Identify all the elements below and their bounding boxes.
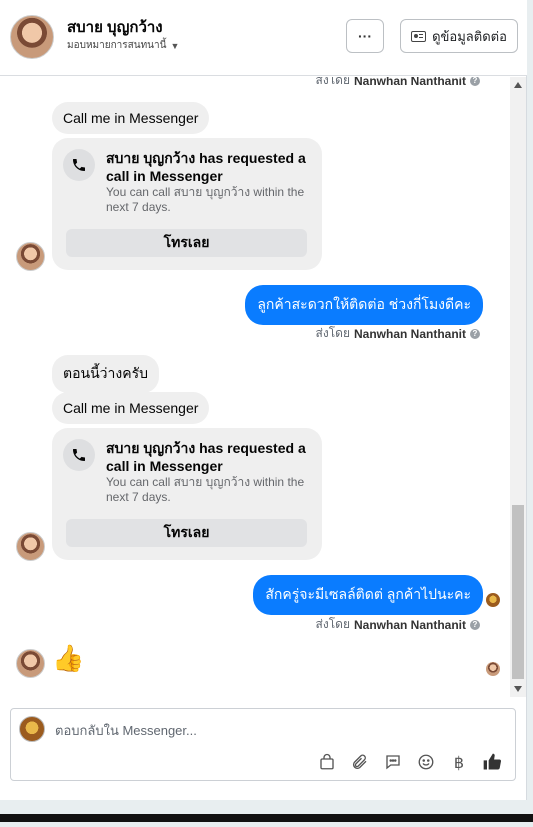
bag-icon[interactable]: [316, 751, 338, 773]
view-contact-label: ดูข้อมูลติดต่อ: [432, 28, 507, 44]
scroll-up-arrow-icon[interactable]: [514, 82, 522, 88]
seen-indicator-avatar: [486, 662, 500, 676]
contact-avatar[interactable]: [10, 15, 54, 59]
assign-dropdown[interactable]: มอบหมายการสนทนานี้ ▼: [67, 38, 179, 53]
help-icon[interactable]: ?: [470, 77, 480, 86]
scroll-down-arrow-icon[interactable]: [514, 686, 522, 692]
thumbs-up-icon[interactable]: [481, 751, 503, 773]
contact-name: สบาย บุญกว้าง: [67, 19, 163, 36]
call-now-button[interactable]: โทรเลย: [66, 229, 307, 257]
call-request-card: สบาย บุญกว้าง has requested a call in Me…: [52, 138, 322, 270]
call-card-subtitle: You can call สบาย บุญกว้าง within the ne…: [106, 185, 305, 214]
speech-bubble-icon[interactable]: [382, 751, 404, 773]
scrollbar-thumb[interactable]: [512, 505, 524, 679]
contact-card-icon: [411, 30, 427, 42]
sender-avatar: [16, 649, 45, 678]
sender-avatar: [16, 532, 45, 561]
phone-icon: [63, 149, 95, 181]
composer-toolbar: ฿: [316, 751, 503, 773]
phone-icon: [63, 439, 95, 471]
outgoing-message: ลูกค้าสะดวกให้ติดต่อ ช่วงกี่โมงดีคะ: [245, 285, 483, 325]
help-icon[interactable]: ?: [470, 619, 480, 630]
incoming-message: Call me in Messenger: [52, 102, 210, 134]
help-icon[interactable]: ?: [470, 328, 480, 339]
call-card-title: สบาย บุญกว้าง has requested a call in Me…: [106, 150, 306, 184]
page-avatar: [19, 716, 45, 742]
messenger-app: สบาย บุญกว้าง มอบหมายการสนทนานี้ ▼ ··· ด…: [0, 0, 527, 800]
paperclip-icon[interactable]: [349, 751, 371, 773]
call-card-title: สบาย บุญกว้าง has requested a call in Me…: [106, 440, 306, 474]
incoming-message: Call me in Messenger: [52, 392, 210, 424]
sender-avatar: [16, 242, 45, 271]
call-now-button[interactable]: โทรเลย: [66, 519, 307, 547]
reply-composer: ฿: [10, 708, 516, 781]
message-thread: ส่งโดย Nanwhan Nanthanit ? Call me in Me…: [0, 77, 510, 697]
sent-by-line: ส่งโดย Nanwhan Nanthanit ?: [316, 324, 480, 343]
outgoing-message: สักครู่จะมีเซลล์ติดต่ ลูกค้าไปนะคะ: [253, 575, 483, 615]
call-request-card: สบาย บุญกว้าง has requested a call in Me…: [52, 428, 322, 560]
conversation-header: สบาย บุญกว้าง มอบหมายการสนทนานี้ ▼ ··· ด…: [0, 0, 527, 76]
thread-scrollbar[interactable]: [510, 77, 526, 697]
view-contact-button[interactable]: ดูข้อมูลติดต่อ: [400, 19, 518, 53]
call-card-subtitle: You can call สบาย บุญกว้าง within the ne…: [106, 475, 305, 504]
more-options-button[interactable]: ···: [346, 19, 384, 53]
assign-label: มอบหมายการสนทนานี้: [67, 40, 167, 51]
window-bottom-edge: [0, 814, 533, 822]
incoming-message: ตอนนี้ว่างครับ: [52, 355, 159, 393]
baht-icon[interactable]: ฿: [448, 751, 470, 773]
thumbs-up-emoji: 👍: [52, 643, 85, 673]
caret-down-icon: ▼: [170, 40, 180, 51]
seen-indicator-avatar: [486, 593, 500, 607]
sent-by-line: ส่งโดย Nanwhan Nanthanit ?: [316, 615, 480, 634]
smiley-icon[interactable]: [415, 751, 437, 773]
reply-input[interactable]: [55, 719, 455, 741]
sent-by-line: ส่งโดย Nanwhan Nanthanit ?: [316, 77, 480, 90]
